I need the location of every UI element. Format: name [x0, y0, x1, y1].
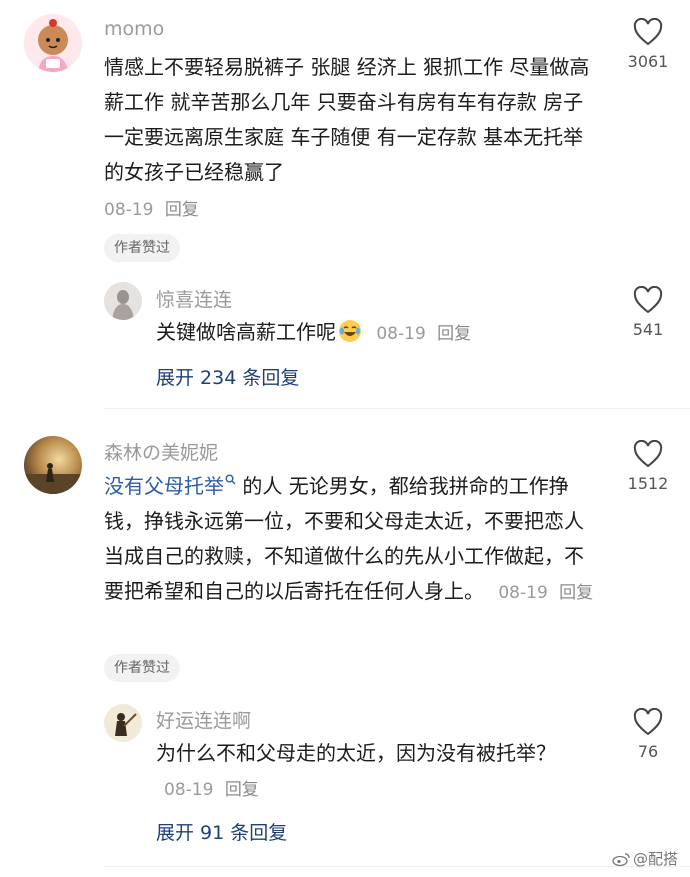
heart-icon — [633, 286, 663, 314]
divider — [104, 866, 690, 867]
sunset-field-avatar-icon — [24, 436, 82, 494]
weibo-logo-icon — [612, 853, 630, 866]
avatar[interactable] — [104, 704, 142, 742]
reply-button[interactable]: 回复 — [225, 780, 259, 800]
reply-button[interactable]: 回复 — [165, 200, 199, 220]
reply-button[interactable]: 回复 — [559, 583, 593, 603]
watermark: @配搭 — [612, 848, 678, 869]
search-link[interactable]: 没有父母托举 — [104, 474, 224, 498]
reply-button[interactable]: 回复 — [437, 324, 471, 344]
comment-text[interactable]: 情感上不要轻易脱裤子 张腿 经济上 狠抓工作 尽量做高薪工作 就辛苦那么几年 只… — [104, 50, 594, 224]
reply-meta: 08-19 回复 — [376, 324, 471, 344]
reply-username[interactable]: 惊喜连连 — [156, 285, 232, 312]
reply-text[interactable]: 为什么不和父母走的太近，因为没有被托举？ 08-19 回复 — [156, 736, 586, 808]
comment-item: momo 情感上不要轻易脱裤子 张腿 经济上 狠抓工作 尽量做高薪工作 就辛苦那… — [0, 0, 690, 410]
divider — [104, 408, 690, 409]
like-button[interactable]: 541 — [618, 286, 678, 339]
like-count: 541 — [632, 320, 664, 339]
silhouette-avatar-icon — [104, 282, 142, 320]
author-liked-badge: 作者赞过 — [104, 654, 180, 682]
author-liked-badge: 作者赞过 — [104, 234, 180, 262]
comment-username[interactable]: 森林の美妮妮 — [104, 438, 218, 465]
reply-body: 为什么不和父母走的太近，因为没有被托举？ — [156, 741, 556, 765]
comment-username[interactable]: momo — [104, 18, 164, 40]
comment-date: 08-19 — [104, 200, 154, 220]
expand-replies-button[interactable]: 展开 91 条回复 — [156, 818, 287, 845]
avatar[interactable] — [24, 14, 82, 72]
reply-date: 08-19 — [376, 324, 426, 344]
heart-icon — [633, 18, 663, 46]
comment-item: 森林の美妮妮 没有父母托举 的人 无论男女，都给我拼命的工作挣钱，挣钱永远第一位… — [0, 410, 690, 877]
comment-meta: 08-19 回复 — [498, 583, 593, 603]
like-button[interactable]: 3061 — [618, 18, 678, 71]
cartoon-girl-avatar-icon — [24, 14, 82, 72]
like-count: 1512 — [627, 474, 669, 493]
reply-body: 关键做啥高薪工作呢 — [156, 320, 336, 344]
comment-meta: 08-19 回复 — [104, 196, 594, 224]
comment-body: 情感上不要轻易脱裤子 张腿 经济上 狠抓工作 尽量做高薪工作 就辛苦那么几年 只… — [104, 55, 590, 184]
reply-username[interactable]: 好运连连啊 — [156, 706, 251, 733]
girl-with-guitar-avatar-icon — [104, 704, 142, 742]
search-icon — [225, 474, 236, 485]
crying-laughing-emoji-icon — [339, 320, 361, 342]
like-button[interactable]: 1512 — [618, 440, 678, 493]
reply-text[interactable]: 关键做啥高薪工作呢 08-19 回复 — [156, 315, 596, 352]
comment-text[interactable]: 没有父母托举 的人 无论男女，都给我拼命的工作挣钱，挣钱永远第一位，不要和父母走… — [104, 469, 594, 611]
heart-icon — [633, 440, 663, 468]
avatar[interactable] — [104, 282, 142, 320]
avatar[interactable] — [24, 436, 82, 494]
expand-replies-button[interactable]: 展开 234 条回复 — [156, 363, 299, 390]
like-count: 3061 — [627, 52, 669, 71]
like-count: 76 — [637, 742, 659, 761]
watermark-text: @配搭 — [632, 850, 678, 868]
reply-date: 08-19 — [164, 780, 214, 800]
reply-meta: 08-19 回复 — [164, 780, 259, 800]
like-button[interactable]: 76 — [618, 708, 678, 761]
comment-date: 08-19 — [498, 583, 548, 603]
heart-icon — [633, 708, 663, 736]
